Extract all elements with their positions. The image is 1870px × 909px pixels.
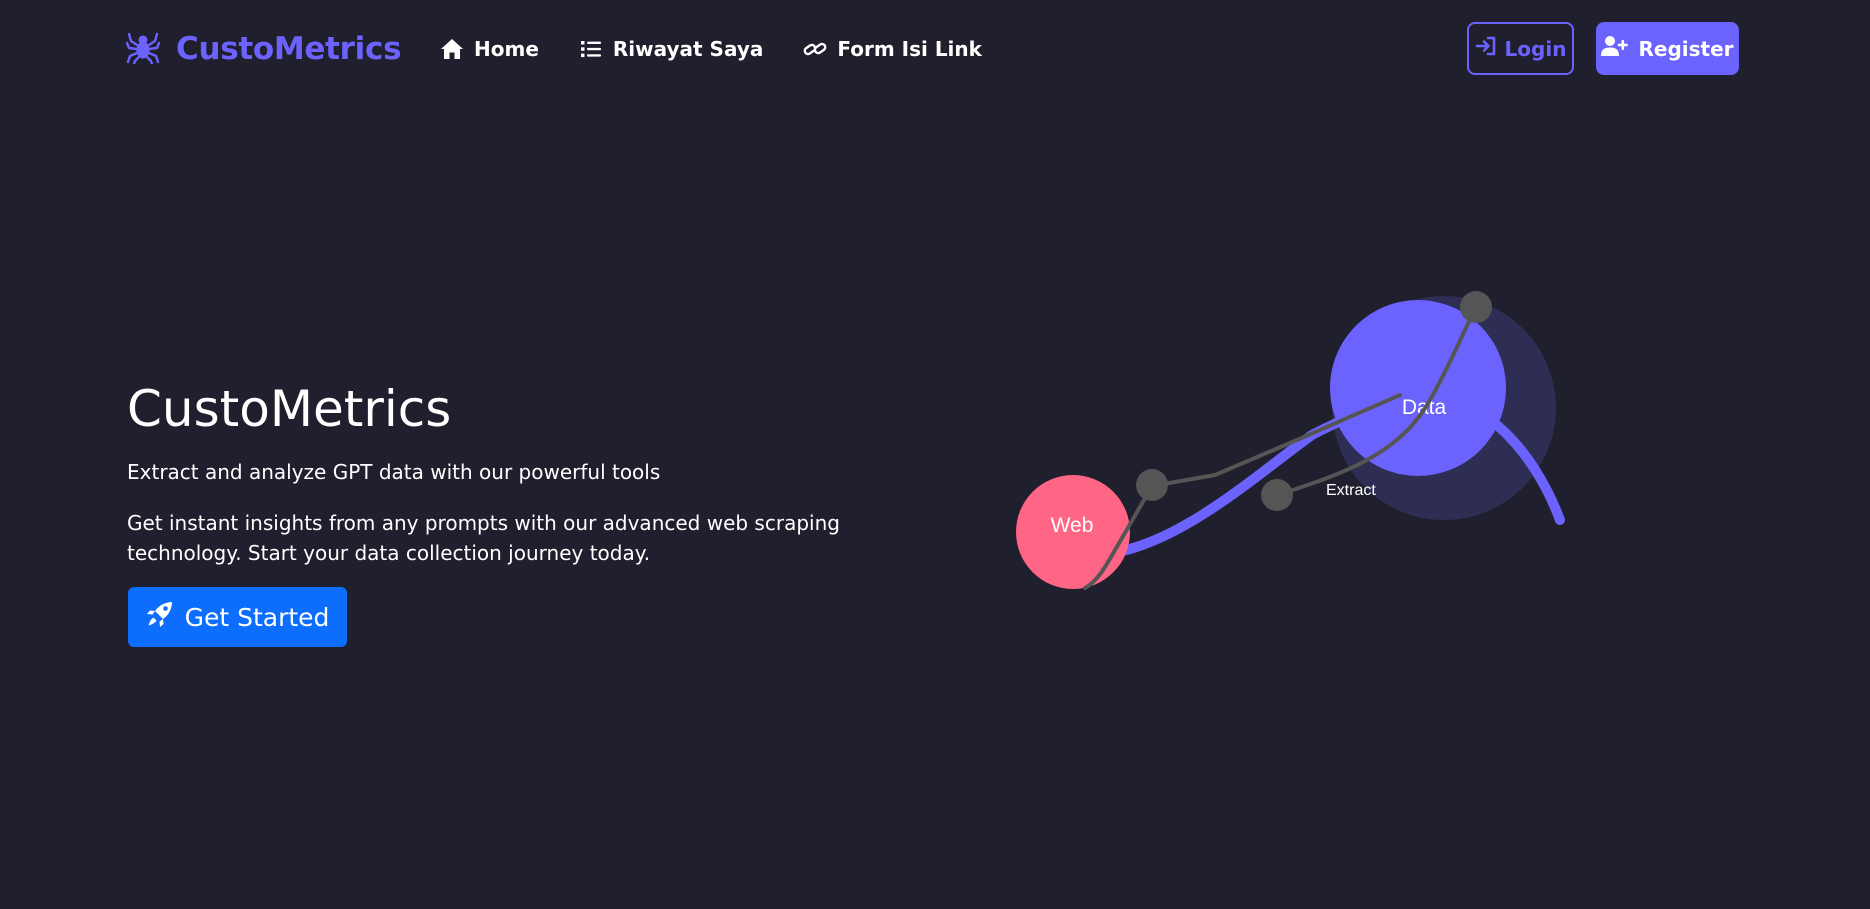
connector-dot	[1136, 469, 1168, 501]
web-node-label: Web	[1051, 514, 1094, 537]
connector-dot	[1261, 479, 1293, 511]
data-node	[1330, 300, 1506, 476]
connector-dot	[1460, 291, 1492, 323]
web-to-data-illustration: Data Web Extract	[1016, 291, 1565, 590]
extract-label: Extract	[1326, 482, 1376, 499]
